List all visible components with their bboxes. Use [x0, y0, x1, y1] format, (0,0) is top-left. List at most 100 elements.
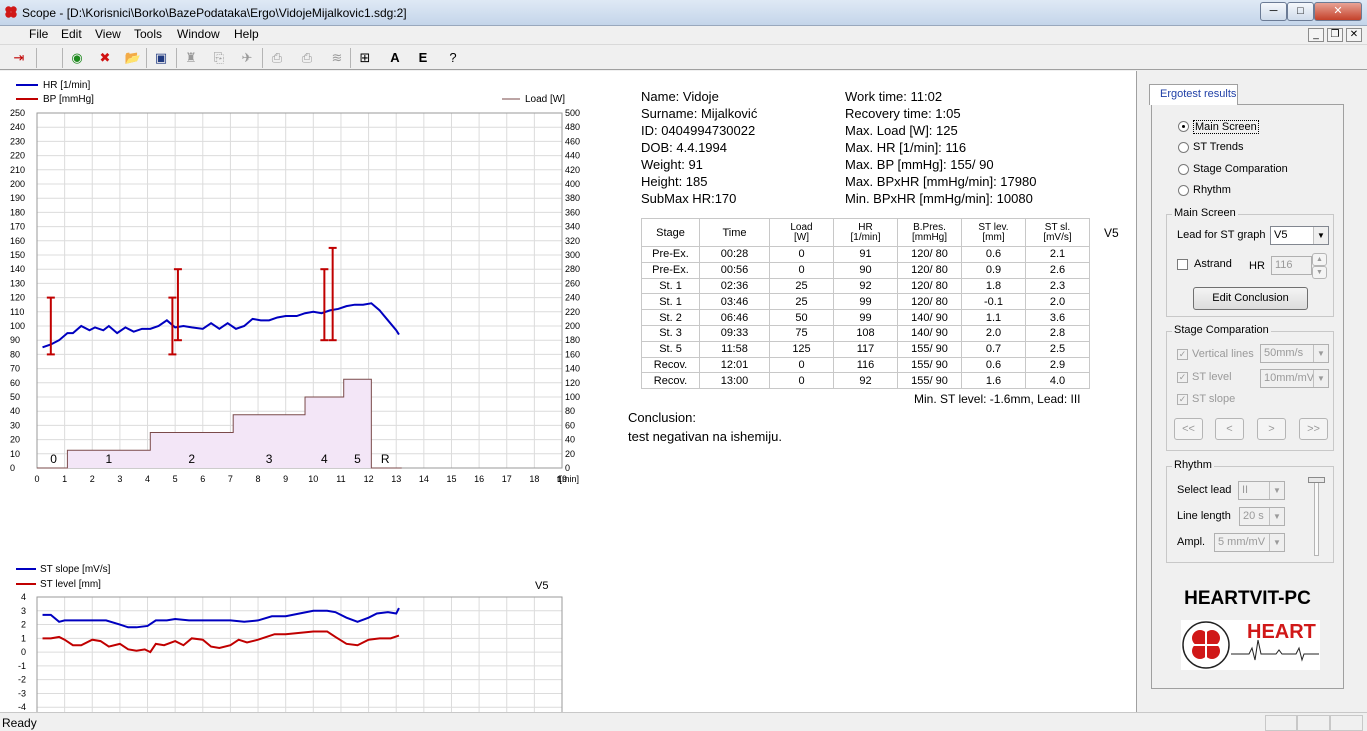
x-tick-label: 4	[145, 474, 150, 484]
hr-label: HR	[1249, 260, 1265, 272]
astrand-checkbox[interactable]	[1177, 259, 1188, 270]
table-cell: 12:01	[699, 356, 770, 374]
print-preview-icon[interactable]: ⎙	[268, 49, 286, 67]
hr-spin-up-button[interactable]: ▲	[1312, 253, 1327, 266]
delete-icon[interactable]: ♜	[182, 49, 200, 67]
first-stage-button[interactable]: <<	[1174, 418, 1203, 440]
menu-tools[interactable]: Tools	[134, 27, 162, 41]
table-row[interactable]: St. 1 02:36 25 92 120/ 80 1.8 2.3	[641, 277, 1090, 295]
table-row[interactable]: Recov. 13:00 0 92 155/ 90 1.6 4.0	[641, 372, 1090, 390]
table-row[interactable]: Pre-Ex. 00:56 0 90 120/ 80 0.9 2.6	[641, 261, 1090, 279]
menu-file[interactable]: File	[29, 27, 48, 41]
stage-comparation-group-title: Stage Comparation	[1172, 324, 1271, 336]
table-row[interactable]: St. 3 09:33 75 108 140/ 90 2.0 2.8	[641, 324, 1090, 342]
menu-view[interactable]: View	[95, 27, 121, 41]
vertical-lines-checkbox[interactable]: ✓	[1177, 349, 1188, 360]
table-cell: 2.6	[1025, 261, 1090, 279]
status-text: Ready	[2, 716, 37, 730]
radio-main-screen[interactable]	[1178, 121, 1189, 132]
radio-main-screen-label[interactable]: Main Screen	[1193, 120, 1259, 134]
mdi-close-button[interactable]: ✕	[1346, 28, 1362, 42]
record-icon[interactable]: ◉	[68, 49, 86, 67]
table-header-text: [mm]	[982, 231, 1005, 243]
open-folder-icon[interactable]: 📂	[124, 49, 142, 67]
table-row[interactable]: St. 2 06:46 50 99 140/ 90 1.1 3.6	[641, 309, 1090, 326]
brand-name: HEARTVIT-PC	[1184, 588, 1311, 609]
grid-icon[interactable]: ⊞	[356, 49, 374, 67]
table-row[interactable]: St. 5 11:58 125 117 155/ 90 0.7 2.5	[641, 340, 1090, 358]
table-cell: St. 1	[641, 293, 700, 311]
radio-stage-comparation[interactable]	[1178, 164, 1189, 175]
y-right-tick-label: 320	[565, 236, 580, 246]
table-header: Load [W]	[769, 218, 834, 247]
x-tick-label: 7	[228, 474, 233, 484]
mdi-restore-button[interactable]: ❐	[1327, 28, 1343, 42]
table-cell: 99	[833, 293, 898, 311]
rhythm-slider-track[interactable]	[1314, 480, 1319, 556]
st-slope-checkbox[interactable]: ✓	[1177, 394, 1188, 405]
maximize-button[interactable]: □	[1287, 2, 1314, 21]
next-stage-button[interactable]: >	[1257, 418, 1286, 440]
toolbar-separator	[36, 48, 37, 68]
st-level-line	[42, 630, 400, 654]
radio-st-trends[interactable]	[1178, 142, 1189, 153]
hr-input[interactable]: 116	[1271, 256, 1312, 275]
hr-spin-down-button[interactable]: ▼	[1312, 266, 1327, 279]
stop-icon[interactable]: ✖	[96, 49, 114, 67]
max-hr: Max. HR [1/min]: 116	[845, 140, 967, 155]
table-header-text: ST lev.	[978, 221, 1009, 233]
tab-ergotest-results[interactable]: Ergotest results	[1149, 84, 1238, 105]
export-icon[interactable]: ✈	[238, 49, 256, 67]
minimize-button[interactable]: ─	[1260, 2, 1287, 21]
radio-stage-comparation-label[interactable]: Stage Comparation	[1193, 163, 1288, 175]
print-icon[interactable]: ⎙	[298, 49, 316, 67]
close-button[interactable]: ✕	[1314, 2, 1362, 21]
chevron-down-icon: ▼	[1313, 370, 1328, 387]
tab-divider	[1238, 104, 1344, 105]
radio-rhythm-label[interactable]: Rhythm	[1193, 184, 1231, 196]
copy-icon[interactable]: ⎘	[210, 49, 228, 67]
help-icon[interactable]: ?	[444, 49, 462, 67]
vertical-lines-value: 50mm/s	[1264, 347, 1304, 359]
min-bpxhr: Min. BPxHR [mmHg/min]: 10080	[845, 191, 1033, 206]
menu-help[interactable]: Help	[234, 27, 259, 41]
signal-icon[interactable]: ≋	[328, 49, 346, 67]
rhythm-slider-thumb[interactable]	[1308, 477, 1325, 483]
st-level-checkbox[interactable]: ✓	[1177, 372, 1188, 383]
radio-st-trends-label[interactable]: ST Trends	[1193, 141, 1244, 153]
prev-stage-button[interactable]: <	[1215, 418, 1244, 440]
st-level-value: 10mm/mV	[1264, 372, 1315, 384]
menu-edit[interactable]: Edit	[61, 27, 82, 41]
ecg-icon[interactable]: E	[414, 49, 432, 67]
table-cell: 2.0	[961, 324, 1026, 342]
y-right-tick-label: 40	[565, 435, 575, 445]
vertical-lines-select[interactable]: 50mm/s ▼	[1260, 344, 1329, 363]
y-left-tick-label: 210	[10, 165, 25, 175]
lead-for-st-select[interactable]: V5 ▼	[1270, 226, 1329, 245]
y-tick-label: -3	[18, 688, 26, 698]
line-length-select[interactable]: 20 s ▼	[1239, 507, 1285, 526]
st-level-select[interactable]: 10mm/mV ▼	[1260, 369, 1329, 388]
table-row[interactable]: Pre-Ex. 00:28 0 91 120/ 80 0.6 2.1	[641, 246, 1090, 263]
table-cell: 06:46	[699, 309, 770, 326]
table-cell: 50	[769, 309, 834, 326]
mdi-minimize-button[interactable]: _	[1308, 28, 1324, 42]
font-icon[interactable]: A	[386, 49, 404, 67]
table-row[interactable]: Recov. 12:01 0 116 155/ 90 0.6 2.9	[641, 356, 1090, 374]
edit-conclusion-button[interactable]: Edit Conclusion	[1193, 287, 1308, 310]
legend-load: Load [W]	[525, 94, 565, 105]
select-lead-select[interactable]: II ▼	[1238, 481, 1285, 500]
app-heart-icon	[5, 6, 17, 18]
menu-window[interactable]: Window	[177, 27, 220, 41]
exit-icon[interactable]: ⇥	[10, 49, 28, 67]
radio-rhythm[interactable]	[1178, 185, 1189, 196]
stage-table: Stage Time Load [W] HR [1/min] B.Pres. [mmHg] ST…	[641, 218, 1090, 390]
save-icon[interactable]: ▣	[152, 49, 170, 67]
ampl-select[interactable]: 5 mm/mV ▼	[1214, 533, 1285, 552]
y-left-tick-label: 10	[10, 449, 20, 459]
table-cell: 92	[833, 372, 898, 390]
table-header-text: Stage	[656, 226, 685, 239]
last-stage-button[interactable]: >>	[1299, 418, 1328, 440]
table-row[interactable]: St. 1 03:46 25 99 120/ 80 -0.1 2.0	[641, 293, 1090, 311]
hr-bp-load-chart: 0 1 2 3 4 5 6 7 8 9 10 11 12 13 14 15 16 17 18 190102030405…	[10, 80, 580, 484]
